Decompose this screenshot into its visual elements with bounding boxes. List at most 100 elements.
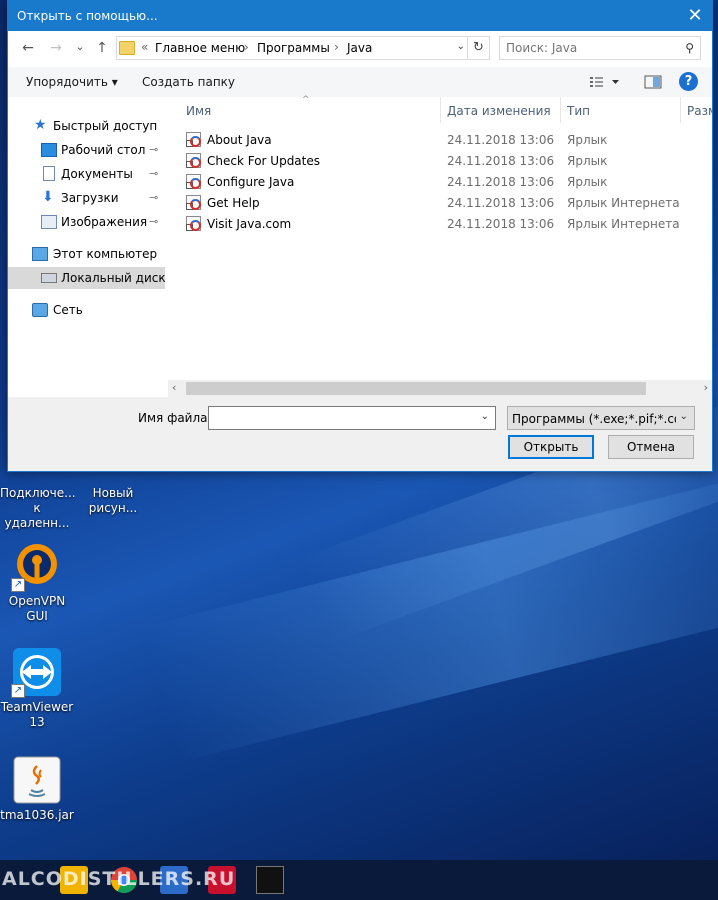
desktop-icon-label: TeamViewer 13 (0, 700, 74, 729)
desktop-icon-remote[interactable]: Подключе... к удаленн... (0, 486, 76, 531)
chevron-down-icon[interactable]: ⌄ (481, 411, 489, 422)
chevron-down-icon[interactable]: ⌄ (457, 41, 465, 52)
java-shortcut-icon (186, 153, 201, 168)
file-date: 24.11.2018 13:06 (447, 217, 555, 231)
file-row[interactable]: Get Help 24.11.2018 13:06 Ярлык Интернет… (168, 192, 712, 213)
shortcut-arrow-icon: ↗ (11, 578, 25, 592)
file-row[interactable]: Check For Updates 24.11.2018 13:06 Ярлык (168, 150, 712, 171)
pin-icon: ⊸ (149, 143, 159, 156)
column-header-name[interactable]: Имя (168, 97, 440, 123)
command-toolbar: Упорядочить ▾ Создать папку ? (8, 67, 712, 97)
folder-icon (119, 41, 135, 55)
preview-pane-icon (644, 75, 662, 89)
details-view-icon (590, 77, 619, 87)
file-type-filter-value: Программы (*.exe;*.pif;*.com; (512, 412, 676, 426)
file-type: Ярлык (567, 133, 608, 147)
recent-locations-button[interactable]: ⌄ (70, 40, 90, 58)
sidebar-item-network[interactable]: Сеть (8, 299, 165, 321)
view-options-button[interactable] (588, 72, 622, 92)
preview-pane-button[interactable] (644, 72, 662, 92)
column-header-size[interactable]: Разм (681, 97, 712, 123)
scroll-right-icon[interactable]: › (704, 381, 708, 394)
open-button[interactable]: Открыть (508, 435, 594, 459)
network-icon (32, 303, 48, 317)
up-button[interactable]: ↑ (92, 40, 112, 58)
desktop-icon-label: OpenVPN GUI (8, 594, 66, 623)
file-type: Ярлык (567, 175, 608, 189)
sidebar-item-pictures[interactable]: Изображения ⊸ (8, 211, 165, 233)
sidebar-item-label: Рабочий стол (61, 143, 146, 157)
file-type: Ярлык Интернета (567, 217, 680, 231)
pin-icon: ⊸ (149, 191, 159, 204)
forward-button[interactable]: → (46, 40, 66, 58)
refresh-icon[interactable]: ↻ (467, 37, 489, 59)
column-header-date[interactable]: Дата изменения (441, 97, 560, 123)
java-shortcut-icon (186, 174, 201, 189)
file-row[interactable]: About Java 24.11.2018 13:06 Ярлык (168, 129, 712, 150)
desktop-icon-openvpn[interactable]: ↗ OpenVPN GUI (0, 542, 74, 624)
scrollbar-thumb[interactable] (186, 382, 646, 395)
breadcrumb-overflow[interactable]: « (141, 40, 148, 54)
java-shortcut-icon (186, 216, 201, 231)
column-header-label: Дата изменения (447, 104, 551, 118)
column-header-label: Имя (186, 104, 212, 118)
breadcrumb-item[interactable]: Java (347, 41, 372, 55)
sidebar-item-quick-access[interactable]: ★ Быстрый доступ (8, 115, 165, 137)
sidebar-item-this-pc[interactable]: Этот компьютер (8, 243, 165, 265)
filename-input[interactable] (212, 408, 472, 428)
organize-button[interactable]: Упорядочить ▾ (26, 75, 118, 89)
sidebar-item-desktop[interactable]: Рабочий стол ⊸ (8, 139, 165, 161)
pictures-icon (41, 215, 57, 229)
sidebar-item-label: Этот компьютер (53, 247, 158, 261)
desktop-icon-jar[interactable]: tma1036.jar (0, 756, 74, 823)
search-input[interactable] (506, 38, 676, 58)
file-date: 24.11.2018 13:06 (447, 154, 555, 168)
desktop-icon-label: Новый рисун... (88, 486, 138, 515)
file-name: Configure Java (207, 175, 295, 189)
close-icon[interactable]: ✕ (678, 1, 712, 31)
breadcrumb-item[interactable]: Главное меню (155, 41, 245, 55)
new-folder-button[interactable]: Создать папку (142, 75, 235, 89)
navigation-bar: ← → ⌄ ↑ « Главное меню › Программы › Jav… (8, 31, 712, 67)
search-box[interactable]: ⚲ (499, 36, 701, 60)
sidebar-item-label: Загрузки (61, 191, 119, 205)
filename-combobox[interactable]: ⌄ (208, 406, 496, 430)
sidebar-item-label: Сеть (53, 303, 83, 317)
back-button[interactable]: ← (18, 40, 38, 58)
help-icon[interactable]: ? (679, 72, 698, 91)
java-shortcut-icon (186, 132, 201, 147)
sidebar-item-local-disk[interactable]: Локальный диск (C (8, 267, 165, 289)
file-row[interactable]: Visit Java.com 24.11.2018 13:06 Ярлык Ин… (168, 213, 712, 234)
java-shortcut-icon (186, 195, 201, 210)
dialog-titlebar[interactable]: Открыть с помощью... ✕ (8, 1, 712, 31)
star-icon: ★ (34, 117, 47, 133)
drive-icon (41, 273, 57, 283)
file-type-filter[interactable]: Программы (*.exe;*.pif;*.com; ⌄ (507, 406, 695, 430)
breadcrumb-separator[interactable]: › (244, 40, 249, 54)
breadcrumb-item[interactable]: Программы (257, 41, 330, 55)
scroll-left-icon[interactable]: ‹ (172, 381, 176, 394)
terminal-taskbar-icon[interactable] (256, 866, 284, 894)
filename-label: Имя файла: (138, 411, 212, 425)
file-row[interactable]: Configure Java 24.11.2018 13:06 Ярлык (168, 171, 712, 192)
file-type: Ярлык Интернета (567, 196, 680, 210)
cancel-button[interactable]: Отмена (608, 435, 694, 459)
desktop-icon-paint[interactable]: Новый рисун... (76, 486, 150, 516)
breadcrumb-separator[interactable]: › (334, 40, 339, 54)
address-bar[interactable]: « Главное меню › Программы › Java ⌄ ↻ (116, 36, 490, 60)
dialog-footer: Имя файла: ⌄ Программы (*.exe;*.pif;*.co… (8, 397, 712, 471)
desktop-icon-label: Подключе... к удаленн... (0, 486, 76, 530)
horizontal-scrollbar[interactable]: ‹ › (168, 380, 712, 397)
computer-icon (32, 247, 48, 261)
navigation-pane: ★ Быстрый доступ Рабочий стол ⊸ Документ… (8, 97, 165, 397)
desktop-icon-label: tma1036.jar (0, 808, 74, 822)
sidebar-item-documents[interactable]: Документы ⊸ (8, 163, 165, 185)
search-icon[interactable]: ⚲ (685, 41, 694, 55)
watermark: ALCODISTILLERS.RU (2, 868, 236, 890)
file-date: 24.11.2018 13:06 (447, 196, 555, 210)
chevron-down-icon[interactable]: ⌄ (680, 411, 688, 422)
column-header-label: Разм (687, 104, 712, 118)
column-header-type[interactable]: Тип (561, 97, 680, 123)
sidebar-item-downloads[interactable]: ⬇ Загрузки ⊸ (8, 187, 165, 209)
desktop-icon-teamviewer[interactable]: ↗ TeamViewer 13 (0, 648, 74, 730)
